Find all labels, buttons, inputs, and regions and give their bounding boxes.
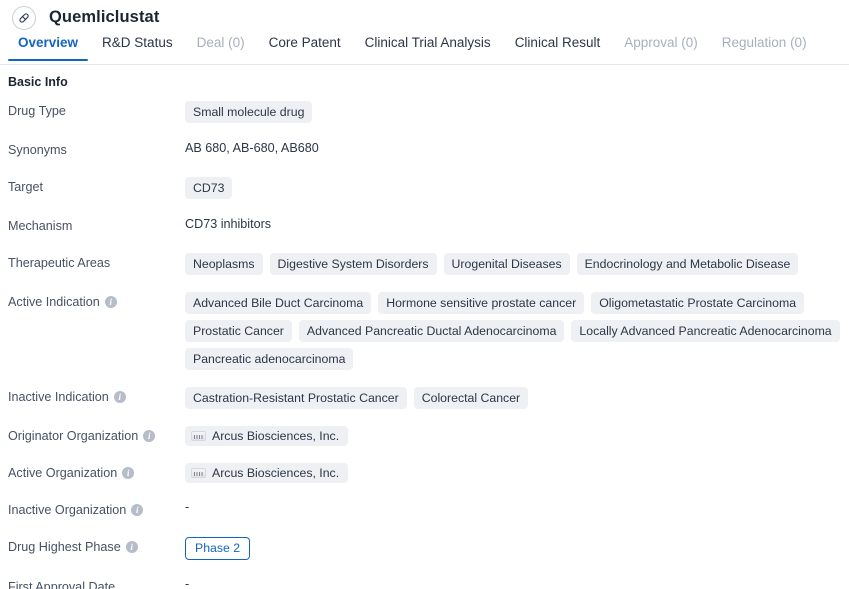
tag-originator-organization[interactable]: Arcus Biosciences, Inc. (185, 426, 349, 446)
tag-active-indication[interactable]: Locally Advanced Pancreatic Adenocarcino… (571, 320, 840, 342)
tag-active-indication[interactable]: Pancreatic adenocarcinoma (185, 348, 354, 370)
tag-active-indication[interactable]: Prostatic Cancer (185, 320, 292, 342)
tag-active-indication[interactable]: Advanced Bile Duct Carcinoma (185, 292, 372, 314)
field-label: Target (8, 177, 185, 196)
field-row-active-indication: Active Indication i Advanced Bile Duct C… (0, 292, 849, 370)
field-label-text: Therapeutic Areas (8, 256, 111, 270)
field-value: Advanced Bile Duct Carcinoma Hormone sen… (185, 292, 849, 370)
tag-therapeutic-area[interactable]: Digestive System Disorders (269, 253, 437, 275)
field-row-synonyms: Synonyms AB 680, AB-680, AB680 (0, 140, 849, 160)
tab-rd-status[interactable]: R&D Status (90, 35, 185, 60)
tab-core-patent[interactable]: Core Patent (257, 35, 353, 60)
field-row-inactive-indication: Inactive Indication i Castration-Resista… (0, 387, 849, 409)
info-icon[interactable]: i (143, 430, 156, 442)
field-label: Drug Highest Phase i (8, 537, 185, 556)
field-row-target: Target CD73 (0, 177, 849, 199)
field-row-inactive-organization: Inactive Organization i - (0, 500, 849, 520)
field-label-text: Target (8, 180, 44, 194)
company-logo-icon (191, 431, 206, 441)
empty-value: - (185, 500, 190, 514)
field-value: Arcus Biosciences, Inc. (185, 463, 849, 483)
field-label-text: Drug Type (8, 104, 66, 118)
field-row-drug-type: Drug Type Small molecule drug (0, 101, 849, 123)
tag-therapeutic-area[interactable]: Endocrinology and Metabolic Disease (576, 253, 799, 275)
tag-active-organization[interactable]: Arcus Biosciences, Inc. (185, 463, 349, 483)
tag-active-indication[interactable]: Oligometastatic Prostate Carcinoma (591, 292, 805, 314)
tag-therapeutic-area[interactable]: Neoplasms (185, 253, 263, 275)
tag-active-indication[interactable]: Advanced Pancreatic Ductal Adenocarcinom… (298, 320, 565, 342)
field-value: - (185, 577, 849, 589)
field-row-mechanism: Mechanism CD73 inhibitors (0, 216, 849, 236)
tabbar: Overview R&D Status Deal (0) Core Patent… (0, 35, 849, 65)
field-label: Inactive Indication i (8, 387, 185, 406)
field-row-first-approval-date: First Approval Date - (0, 577, 849, 589)
pill-capsule-icon (12, 5, 36, 30)
info-icon[interactable]: i (125, 541, 138, 553)
tag-inactive-indication[interactable]: Colorectal Cancer (413, 387, 529, 409)
app-header: Quemliclustat (0, 0, 849, 35)
field-row-active-organization: Active Organization i Arcus Biosciences,… (0, 463, 849, 483)
field-label-text: Active Organization (8, 466, 118, 480)
overview-panel: Basic Info Drug Type Small molecule drug… (0, 65, 849, 589)
tab-overview[interactable]: Overview (6, 35, 90, 61)
field-label: Originator Organization i (8, 426, 185, 445)
field-label-text: Inactive Organization (8, 503, 127, 517)
field-label-text: Inactive Indication (8, 390, 109, 404)
status-badge-phase[interactable]: Phase 2 (185, 537, 251, 560)
organization-name: Arcus Biosciences, Inc. (212, 466, 340, 480)
field-label: First Approval Date (8, 577, 185, 589)
field-value: Neoplasms Digestive System Disorders Uro… (185, 253, 849, 275)
field-row-drug-highest-phase: Drug Highest Phase i Phase 2 (0, 537, 849, 560)
tab-deal[interactable]: Deal (0) (185, 35, 257, 60)
tab-approval[interactable]: Approval (0) (612, 35, 710, 60)
info-icon[interactable]: i (104, 296, 117, 308)
info-icon[interactable]: i (113, 391, 126, 403)
tab-regulation[interactable]: Regulation (0) (710, 35, 819, 60)
tag-active-indication[interactable]: Hormone sensitive prostate cancer (378, 292, 585, 314)
field-label: Active Indication i (8, 292, 185, 311)
field-label-text: Originator Organization (8, 429, 139, 443)
field-value: Castration-Resistant Prostatic Cancer Co… (185, 387, 849, 409)
field-label: Mechanism (8, 216, 185, 235)
company-logo-icon (191, 468, 206, 478)
field-label: Therapeutic Areas (8, 253, 185, 272)
field-value-synonyms: AB 680, AB-680, AB680 (185, 141, 319, 155)
field-label-text: Drug Highest Phase (8, 540, 121, 554)
field-value: Phase 2 (185, 537, 849, 560)
field-row-originator-organization: Originator Organization i Arcus Bioscien… (0, 426, 849, 446)
field-row-therapeutic-areas: Therapeutic Areas Neoplasms Digestive Sy… (0, 253, 849, 275)
field-label: Drug Type (8, 101, 185, 120)
field-value: Arcus Biosciences, Inc. (185, 426, 849, 446)
tag-therapeutic-area[interactable]: Urogenital Diseases (443, 253, 570, 275)
field-label-text: Synonyms (8, 143, 67, 157)
empty-value: - (185, 577, 190, 589)
tab-clinical-trial-analysis[interactable]: Clinical Trial Analysis (353, 35, 503, 60)
tab-clinical-result[interactable]: Clinical Result (503, 35, 613, 60)
page-title: Quemliclustat (49, 8, 160, 26)
field-label-text: Mechanism (8, 219, 73, 233)
tag-inactive-indication[interactable]: Castration-Resistant Prostatic Cancer (185, 387, 407, 409)
field-value: Small molecule drug (185, 101, 849, 123)
field-label-text: Active Indication (8, 295, 100, 309)
field-label-text: First Approval Date (8, 580, 116, 589)
info-icon[interactable]: i (131, 504, 144, 516)
section-title-basic-info: Basic Info (8, 75, 68, 89)
field-label: Active Organization i (8, 463, 185, 482)
tag-drug-type[interactable]: Small molecule drug (185, 101, 313, 123)
field-value-mechanism: CD73 inhibitors (185, 217, 272, 231)
field-value: CD73 (185, 177, 849, 199)
field-label: Synonyms (8, 140, 185, 159)
info-icon[interactable]: i (122, 467, 135, 479)
field-value: - (185, 500, 849, 514)
organization-name: Arcus Biosciences, Inc. (212, 429, 340, 443)
tag-target[interactable]: CD73 (185, 177, 233, 199)
field-label: Inactive Organization i (8, 500, 185, 519)
